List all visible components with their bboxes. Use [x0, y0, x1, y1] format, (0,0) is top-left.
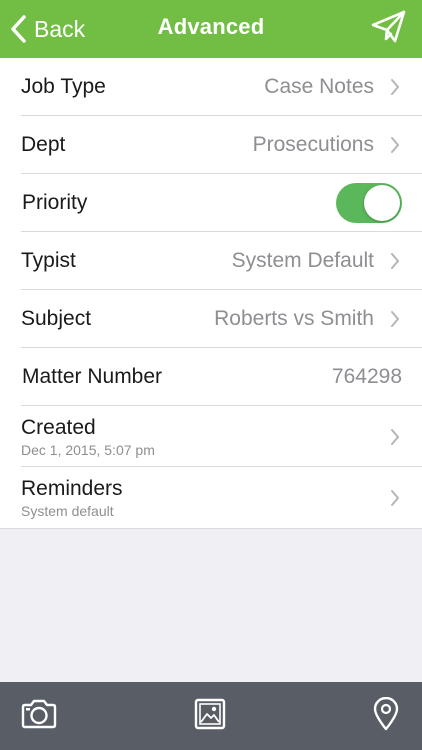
chevron-right-icon: [388, 488, 402, 508]
location-pin-icon: [372, 696, 400, 736]
row-label: Subject: [21, 307, 92, 330]
priority-toggle[interactable]: [336, 183, 402, 223]
toggle-knob: [364, 185, 400, 221]
row-label: Typist: [21, 249, 76, 272]
row-priority: Priority: [0, 174, 422, 232]
row-subtitle: System default: [21, 502, 114, 519]
row-subject[interactable]: Subject Roberts vs Smith: [0, 290, 422, 348]
row-typist[interactable]: Typist System Default: [0, 232, 422, 290]
row-label: Matter Number: [22, 365, 163, 388]
bottom-toolbar: [0, 682, 422, 750]
row-value: System Default: [231, 249, 374, 272]
created-text: Created Dec 1, 2015, 5:07 pm: [21, 416, 155, 458]
chevron-right-icon: [388, 309, 402, 329]
advanced-screen: Back Advanced Job Type Case Notes Dept P…: [0, 0, 422, 750]
reminders-text: Reminders System default: [21, 477, 123, 519]
row-job-type[interactable]: Job Type Case Notes: [0, 58, 422, 116]
row-label: Priority: [22, 191, 88, 214]
image-gallery-icon: [194, 698, 226, 735]
location-button[interactable]: [366, 696, 406, 736]
chevron-right-icon: [388, 135, 402, 155]
settings-list: Job Type Case Notes Dept Prosecutions Pr…: [0, 58, 422, 529]
row-label: Dept: [21, 133, 66, 156]
row-subtitle: Dec 1, 2015, 5:07 pm: [21, 441, 155, 458]
back-button[interactable]: Back: [8, 10, 85, 48]
row-created[interactable]: Created Dec 1, 2015, 5:07 pm: [0, 406, 422, 467]
row-matter-number[interactable]: Matter Number 764298: [0, 348, 422, 406]
gallery-button[interactable]: [190, 698, 230, 734]
paper-plane-icon: [371, 10, 407, 49]
back-label: Back: [34, 15, 86, 42]
row-label: Reminders: [21, 476, 123, 500]
send-button[interactable]: [370, 10, 408, 48]
row-value: Roberts vs Smith: [214, 307, 374, 330]
chevron-right-icon: [388, 77, 402, 97]
chevron-right-icon: [388, 427, 402, 447]
matter-number-value: 764298: [331, 365, 402, 388]
chevron-left-icon: [8, 14, 28, 44]
row-dept[interactable]: Dept Prosecutions: [0, 116, 422, 174]
chevron-right-icon: [388, 251, 402, 271]
row-value: Prosecutions: [252, 133, 374, 156]
camera-button[interactable]: [19, 698, 59, 734]
row-label: Job Type: [21, 75, 106, 98]
camera-icon: [20, 698, 58, 735]
row-label: Created: [21, 415, 96, 439]
row-reminders[interactable]: Reminders System default: [0, 467, 422, 528]
navigation-bar: Back Advanced: [0, 0, 422, 58]
row-value: Case Notes: [264, 75, 374, 98]
